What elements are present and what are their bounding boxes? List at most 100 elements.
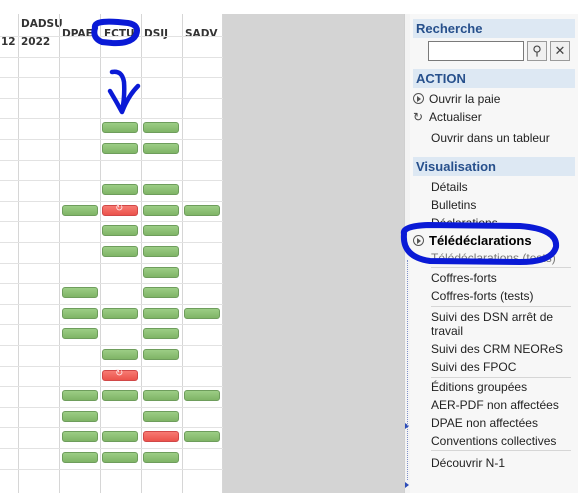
nav-decouvrir-n1[interactable]: Découvrir N-1 (431, 456, 505, 470)
nav-suivi-dsn-arret[interactable]: Suivi des DSN arrêt de travail (431, 310, 553, 338)
nav-bulletins[interactable]: Bulletins (431, 198, 476, 212)
status-ok-cell[interactable] (102, 122, 138, 134)
nav-details[interactable]: Détails (431, 180, 468, 194)
status-ok-cell[interactable] (102, 143, 138, 154)
row-divider (0, 139, 223, 140)
status-ok-cell[interactable] (143, 225, 179, 237)
dotted-guide (407, 260, 408, 480)
nav-suivi-fpoc[interactable]: Suivi des FPOC (431, 360, 516, 374)
section-recherche: Recherche (413, 19, 575, 38)
search-input[interactable] (428, 41, 524, 61)
action-actualiser[interactable]: ↻ Actualiser (413, 110, 482, 124)
expand-arrow-icon[interactable] (405, 482, 409, 488)
nav-coffres-forts-tests[interactable]: Coffres-forts (tests) (431, 289, 533, 303)
status-ok-cell[interactable] (184, 204, 220, 216)
nav-declarations[interactable]: Déclarations (431, 216, 498, 230)
status-ok-cell[interactable] (143, 390, 179, 402)
column-header-dsij[interactable]: DSIJ (144, 14, 182, 48)
status-ok-cell[interactable] (143, 287, 179, 299)
nav-suivi-crm[interactable]: Suivi des CRM NEOReS (431, 342, 563, 356)
column-divider (141, 14, 142, 493)
row-divider (0, 406, 223, 408)
status-ok-cell[interactable] (143, 143, 179, 154)
status-ok-cell[interactable] (102, 184, 138, 196)
action-ouvrir-tableur[interactable]: Ouvrir dans un tableur (431, 131, 550, 145)
status-ok-cell[interactable] (62, 204, 98, 216)
status-ok-cell[interactable] (184, 307, 220, 319)
row-divider (0, 324, 223, 326)
row-divider (0, 345, 223, 346)
row-divider (0, 56, 223, 58)
header-label: DPAE (62, 28, 93, 40)
status-ok-cell[interactable] (184, 431, 220, 443)
play-circle-icon (413, 235, 424, 246)
status-ok-cell[interactable] (143, 410, 179, 422)
action-ouvrir-paie[interactable]: Ouvrir la paie (413, 92, 500, 106)
status-ok-cell[interactable] (102, 307, 138, 319)
status-ok-cell[interactable] (102, 246, 138, 257)
status-ok-cell[interactable] (62, 390, 98, 402)
nav-label: travail (431, 324, 464, 338)
column-header-fctu[interactable]: FCTU (104, 14, 142, 48)
column-divider (18, 14, 19, 493)
status-ok-cell[interactable] (143, 246, 179, 257)
action-label: Actualiser (429, 110, 482, 124)
status-error-cell[interactable]: ↻ (102, 367, 138, 381)
status-ok-cell[interactable] (184, 390, 220, 402)
status-ok-cell[interactable] (102, 452, 138, 463)
status-ok-cell[interactable] (62, 410, 98, 422)
column-header-sadv[interactable]: SADV (185, 14, 223, 48)
close-icon: ✕ (554, 43, 566, 58)
row-divider (0, 36, 223, 37)
status-ok-cell[interactable] (143, 122, 179, 134)
row-divider (0, 77, 223, 79)
status-ok-cell[interactable] (143, 204, 179, 216)
column-divider (100, 14, 101, 493)
nav-coffres-forts[interactable]: Coffres-forts (431, 271, 497, 285)
row-divider (0, 200, 223, 202)
status-ok-cell[interactable] (62, 452, 98, 463)
divider (431, 450, 571, 451)
play-circle-icon (413, 93, 424, 104)
nav-teledeclarations[interactable]: Télédéclarations (413, 234, 532, 248)
status-ok-cell[interactable] (62, 328, 98, 340)
status-ok-cell[interactable] (143, 328, 179, 340)
status-ok-cell[interactable] (143, 349, 179, 360)
nav-label: Télédéclarations (429, 233, 532, 248)
row-divider (0, 221, 223, 223)
clear-button[interactable]: ✕ (550, 41, 570, 61)
status-ok-cell[interactable] (62, 431, 98, 443)
column-header-12[interactable]: 12 (0, 14, 18, 48)
nav-teledeclarations-tests[interactable]: Télédéclarations (tests) (431, 251, 556, 265)
column-header-dpae[interactable]: DPAE (62, 14, 100, 48)
status-ok-cell[interactable] (143, 452, 179, 463)
status-ok-cell[interactable] (62, 307, 98, 319)
row-divider (0, 303, 223, 305)
nav-dpae-non-affectees[interactable]: DPAE non affectées (431, 416, 538, 430)
divider (431, 377, 571, 378)
status-ok-cell[interactable] (102, 225, 138, 237)
row-divider (0, 159, 223, 161)
status-ok-cell[interactable] (143, 184, 179, 196)
status-ok-cell[interactable] (143, 307, 179, 319)
status-ok-cell[interactable] (143, 266, 179, 278)
nav-editions-groupees[interactable]: Éditions groupées (431, 380, 527, 394)
status-ok-cell[interactable] (62, 287, 98, 299)
status-ok-cell[interactable] (102, 431, 138, 443)
status-error-cell[interactable]: ↻ (102, 203, 138, 216)
column-divider (59, 14, 60, 493)
status-ok-cell[interactable] (102, 390, 138, 402)
declaration-grid: 12 DADSU 2022 DPAE FCTU DSIJ SADV ↻ ↻ (0, 14, 223, 493)
status-error-cell[interactable] (143, 431, 179, 443)
nav-aer-pdf[interactable]: AER-PDF non affectées (431, 398, 559, 412)
column-header-dadsu[interactable]: DADSU 2022 (19, 14, 63, 48)
column-divider (182, 14, 183, 493)
section-action: ACTION (413, 69, 575, 88)
refresh-icon: ↻ (115, 367, 124, 379)
status-ok-cell[interactable] (102, 349, 138, 360)
row-divider (0, 468, 223, 470)
nav-conventions[interactable]: Conventions collectives (431, 434, 556, 448)
search-button[interactable]: ⚲ (527, 41, 547, 61)
header-label: FCTU (104, 28, 135, 40)
row-divider (0, 262, 223, 264)
